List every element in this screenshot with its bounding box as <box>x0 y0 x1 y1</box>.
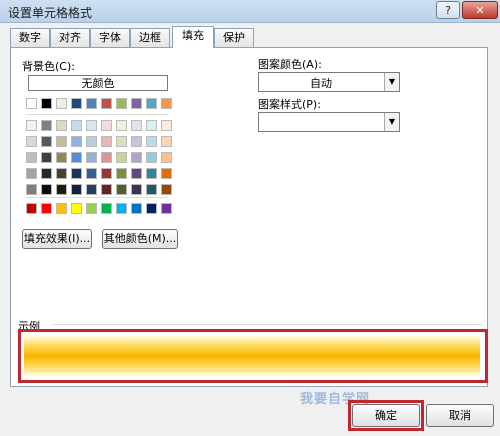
color-swatch[interactable] <box>56 152 67 163</box>
color-swatch[interactable] <box>41 152 52 163</box>
color-swatch[interactable] <box>116 203 127 214</box>
color-swatch[interactable] <box>71 203 82 214</box>
pattern-color-value: 自动 <box>310 77 332 90</box>
color-swatch[interactable] <box>86 203 97 214</box>
color-swatch[interactable] <box>101 120 112 131</box>
color-swatch[interactable] <box>56 120 67 131</box>
color-swatch[interactable] <box>101 168 112 179</box>
color-swatch[interactable] <box>26 168 37 179</box>
color-swatch[interactable] <box>71 152 82 163</box>
chevron-down-icon[interactable]: ▼ <box>384 113 399 131</box>
color-swatch[interactable] <box>116 184 127 195</box>
color-swatch[interactable] <box>86 136 97 147</box>
color-swatch[interactable] <box>131 98 142 109</box>
tab-number[interactable]: 数字 <box>10 28 50 47</box>
background-color-label: 背景色(C): <box>22 60 75 73</box>
color-swatch[interactable] <box>56 168 67 179</box>
color-swatch[interactable] <box>161 184 172 195</box>
no-color-button[interactable]: 无颜色 <box>28 75 168 91</box>
color-swatch[interactable] <box>86 184 97 195</box>
sample-highlight-frame <box>18 329 488 383</box>
color-swatch[interactable] <box>56 136 67 147</box>
cancel-button[interactable]: 取消 <box>426 404 494 427</box>
pattern-style-label: 图案样式(P): <box>258 98 321 111</box>
color-swatch[interactable] <box>26 184 37 195</box>
color-swatch[interactable] <box>146 136 157 147</box>
chevron-down-icon[interactable]: ▼ <box>384 73 399 91</box>
color-swatch[interactable] <box>71 98 82 109</box>
color-swatch[interactable] <box>101 152 112 163</box>
color-swatch[interactable] <box>101 184 112 195</box>
tab-border[interactable]: 边框 <box>130 28 170 47</box>
color-swatch[interactable] <box>146 184 157 195</box>
color-swatch[interactable] <box>41 168 52 179</box>
color-swatch[interactable] <box>86 152 97 163</box>
pattern-color-label: 图案颜色(A): <box>258 58 322 71</box>
color-swatch[interactable] <box>26 136 37 147</box>
tab-alignment[interactable]: 对齐 <box>50 28 90 47</box>
palette-divider <box>26 114 168 115</box>
color-swatch[interactable] <box>161 98 172 109</box>
color-swatch[interactable] <box>116 136 127 147</box>
color-swatch[interactable] <box>161 203 172 214</box>
color-swatch[interactable] <box>26 120 37 131</box>
color-swatch[interactable] <box>26 203 37 214</box>
color-swatch[interactable] <box>41 203 52 214</box>
tab-protection[interactable]: 保护 <box>214 28 254 47</box>
more-colors-button[interactable]: 其他颜色(M)... <box>102 229 178 249</box>
color-swatch[interactable] <box>146 120 157 131</box>
color-swatch[interactable] <box>116 98 127 109</box>
color-swatch[interactable] <box>131 120 142 131</box>
color-swatch[interactable] <box>116 120 127 131</box>
color-swatch[interactable] <box>86 120 97 131</box>
color-swatch[interactable] <box>161 120 172 131</box>
color-swatch[interactable] <box>26 98 37 109</box>
color-swatch[interactable] <box>71 120 82 131</box>
color-swatch[interactable] <box>71 184 82 195</box>
title-bar: 设置单元格格式 ? ✕ <box>0 0 500 23</box>
color-swatch[interactable] <box>86 98 97 109</box>
color-swatch[interactable] <box>56 203 67 214</box>
help-button[interactable]: ? <box>436 1 460 19</box>
fill-effects-button[interactable]: 填充效果(I)... <box>22 229 92 249</box>
color-swatch[interactable] <box>26 152 37 163</box>
color-swatch[interactable] <box>56 184 67 195</box>
color-swatch[interactable] <box>101 203 112 214</box>
pattern-style-select[interactable]: ▼ <box>258 112 400 132</box>
color-swatch[interactable] <box>146 203 157 214</box>
color-swatch[interactable] <box>101 98 112 109</box>
window-title: 设置单元格格式 <box>8 6 93 20</box>
color-swatch[interactable] <box>41 120 52 131</box>
color-swatch[interactable] <box>86 168 97 179</box>
color-swatch[interactable] <box>131 152 142 163</box>
close-button[interactable]: ✕ <box>462 1 498 19</box>
color-swatch[interactable] <box>71 136 82 147</box>
color-swatch[interactable] <box>41 136 52 147</box>
color-swatch[interactable] <box>116 168 127 179</box>
color-swatch[interactable] <box>56 98 67 109</box>
color-swatch[interactable] <box>71 168 82 179</box>
palette-divider <box>26 197 168 198</box>
color-swatch[interactable] <box>41 98 52 109</box>
color-swatch[interactable] <box>41 184 52 195</box>
color-swatch[interactable] <box>131 136 142 147</box>
tab-font[interactable]: 字体 <box>90 28 130 47</box>
color-swatch[interactable] <box>146 168 157 179</box>
color-swatch[interactable] <box>131 184 142 195</box>
color-swatch[interactable] <box>101 136 112 147</box>
color-swatch[interactable] <box>131 168 142 179</box>
color-swatch[interactable] <box>116 152 127 163</box>
ok-highlight-frame <box>348 400 424 431</box>
sample-divider <box>52 324 482 325</box>
color-swatch[interactable] <box>131 203 142 214</box>
color-swatch[interactable] <box>161 136 172 147</box>
color-swatch[interactable] <box>146 152 157 163</box>
color-swatch[interactable] <box>146 98 157 109</box>
color-swatch[interactable] <box>161 152 172 163</box>
pattern-color-select[interactable]: 自动 ▼ <box>258 72 400 92</box>
tab-fill[interactable]: 填充 <box>172 26 214 48</box>
color-swatch[interactable] <box>161 168 172 179</box>
